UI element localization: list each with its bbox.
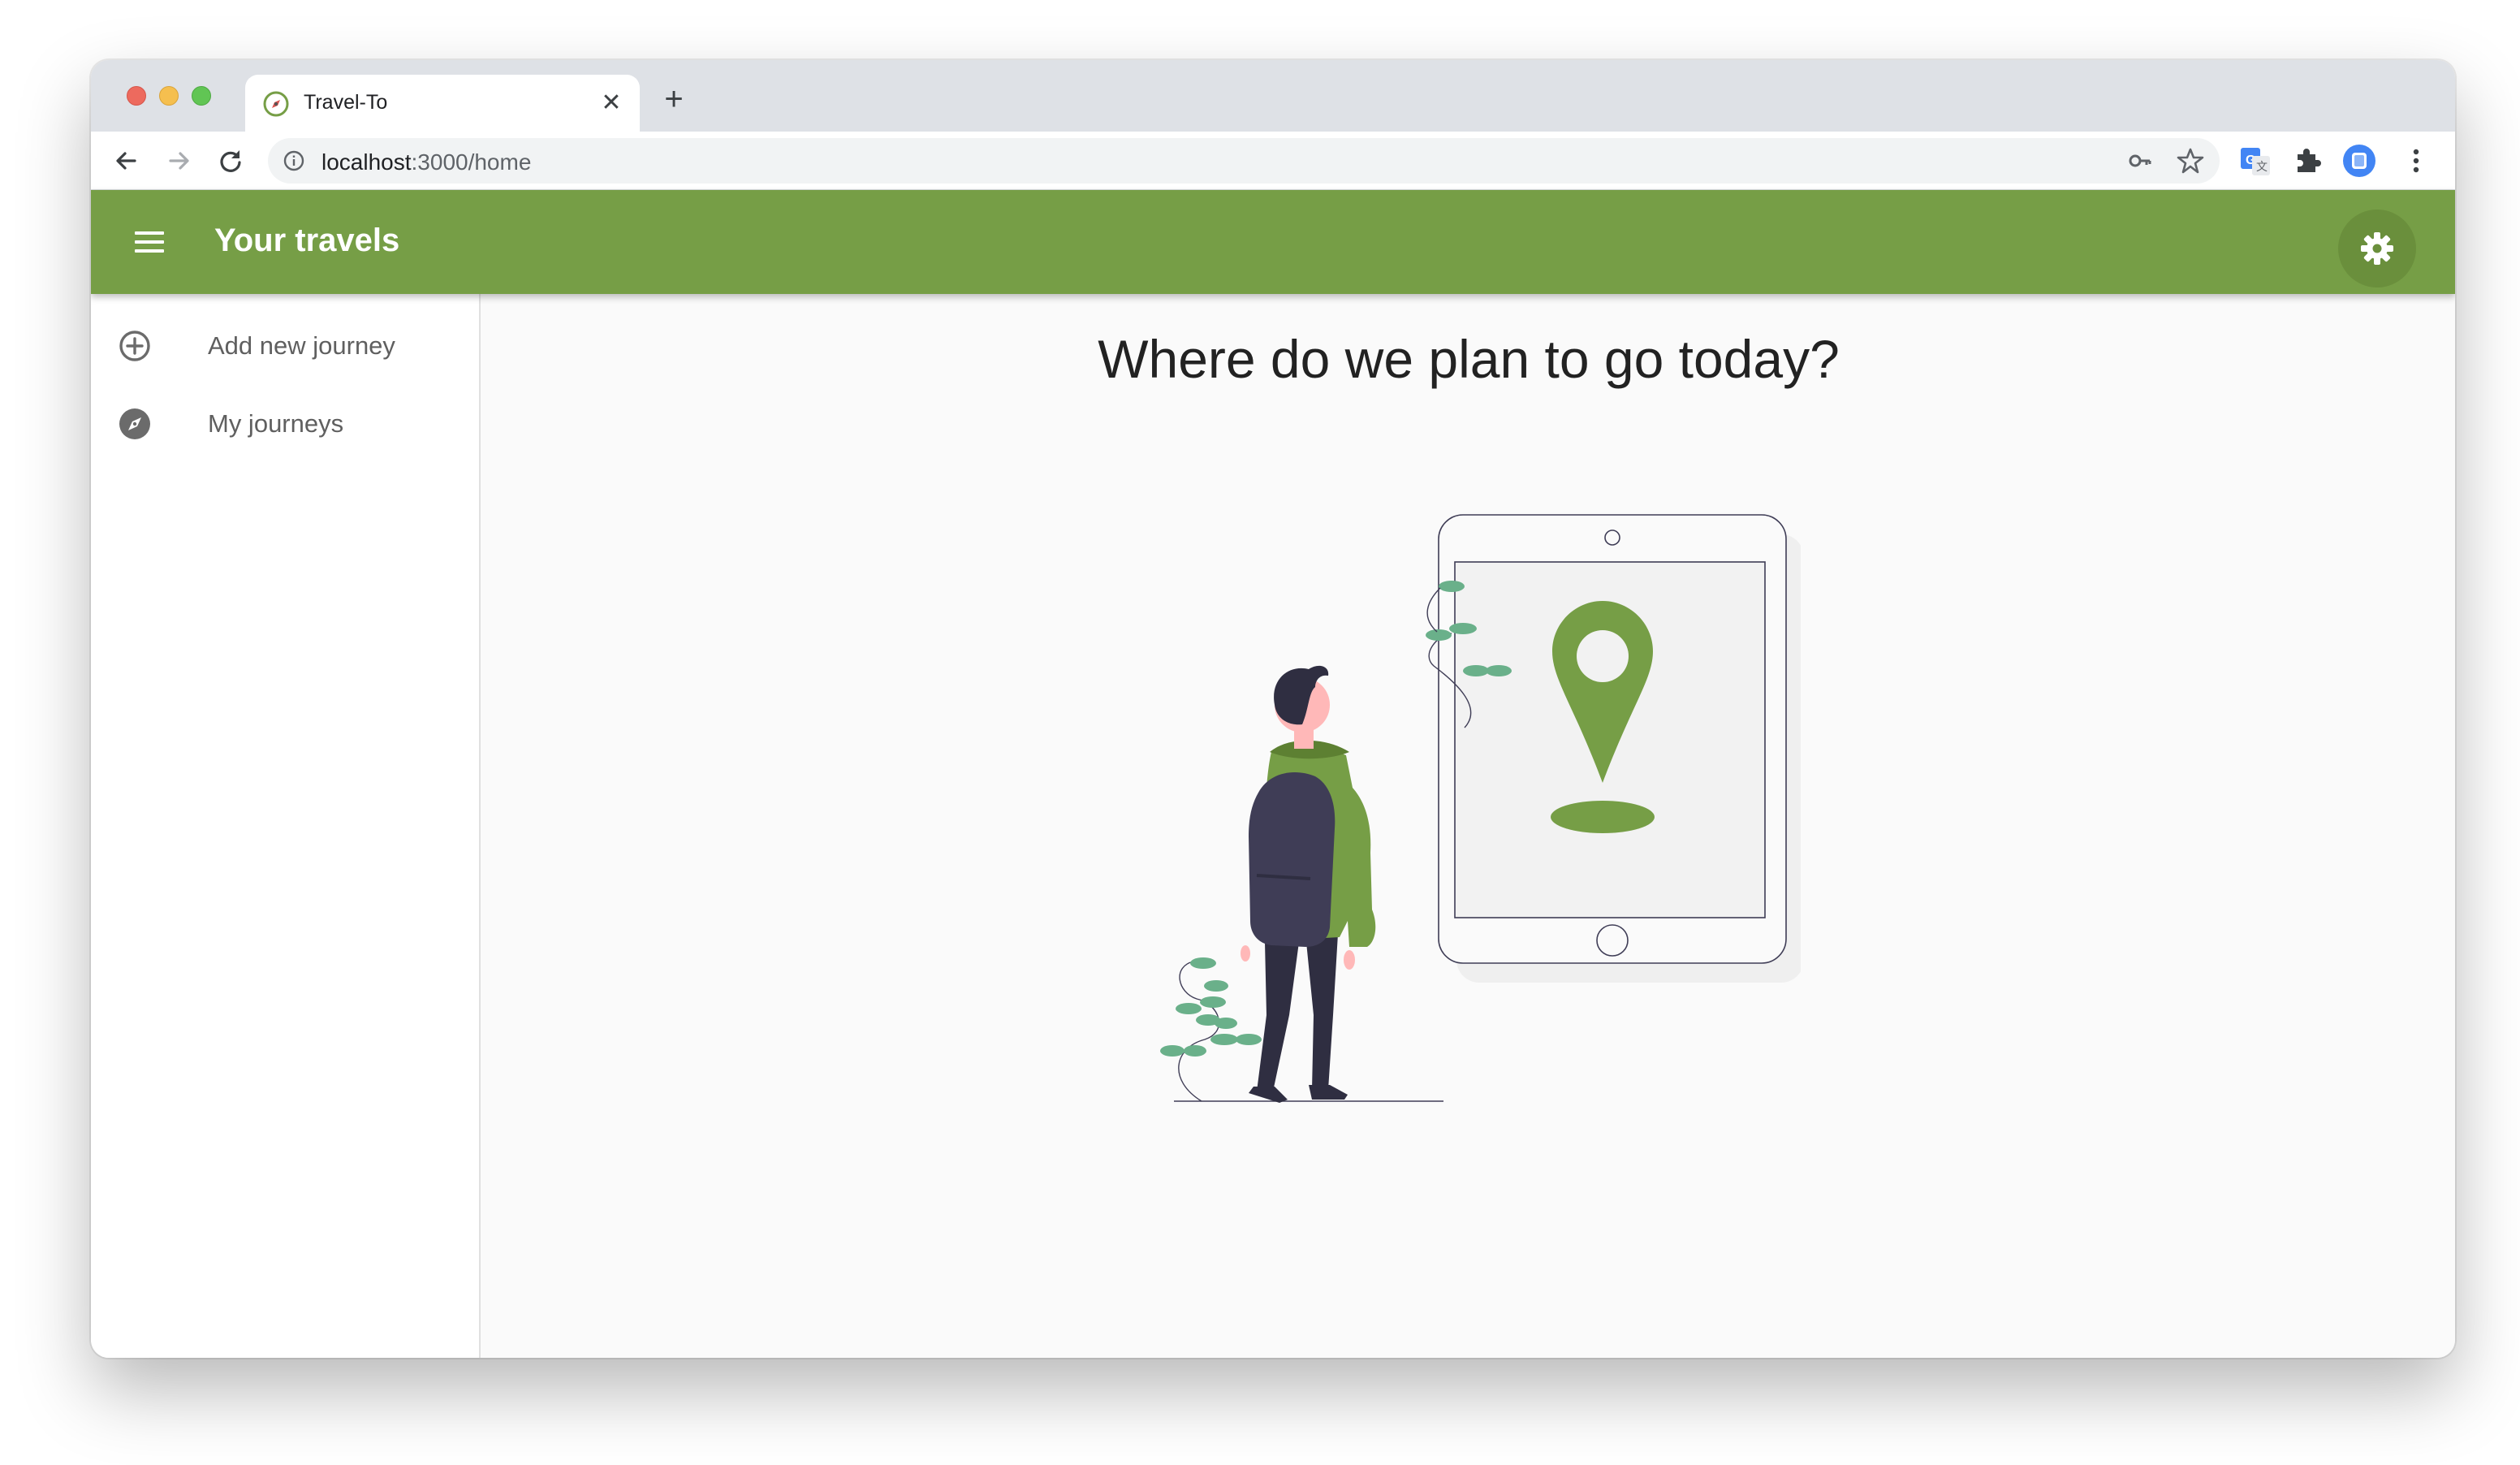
back-arrow-icon[interactable] bbox=[109, 143, 145, 179]
address-bar[interactable]: localhost:3000/home bbox=[268, 138, 2220, 184]
site-info-icon[interactable] bbox=[283, 149, 305, 172]
app-bar: Your travels bbox=[91, 190, 2455, 294]
sidebar-item-add-new-journey[interactable]: Add new journey bbox=[91, 307, 481, 385]
bookmark-star-icon[interactable] bbox=[2176, 146, 2205, 175]
profile-avatar-icon[interactable] bbox=[2341, 143, 2377, 179]
translate-extension-icon[interactable]: G 文 bbox=[2237, 143, 2273, 179]
tab-close-icon[interactable]: ✕ bbox=[598, 89, 625, 117]
gear-icon bbox=[2361, 232, 2393, 265]
extensions-puzzle-icon[interactable] bbox=[2289, 143, 2325, 179]
url-text[interactable]: localhost:3000/home bbox=[321, 149, 531, 175]
settings-button[interactable] bbox=[2338, 210, 2416, 287]
forward-arrow-icon[interactable] bbox=[161, 143, 196, 179]
new-tab-button[interactable]: + bbox=[658, 83, 690, 117]
main-content: Where do we plan to go today? bbox=[482, 294, 2455, 1358]
hamburger-menu-icon[interactable] bbox=[130, 223, 169, 261]
tab-strip: Travel-To ✕ + bbox=[91, 60, 2455, 132]
close-window-button[interactable] bbox=[127, 86, 146, 106]
minimize-window-button[interactable] bbox=[159, 86, 179, 106]
maximize-window-button[interactable] bbox=[192, 86, 211, 106]
traveler-tablet-location-illustration bbox=[1160, 514, 1801, 1103]
page-headline: Where do we plan to go today? bbox=[1098, 329, 1840, 389]
sidebar-item-label: My journeys bbox=[208, 409, 344, 438]
browser-menu-icon[interactable] bbox=[2398, 143, 2434, 179]
tab-title: Travel-To bbox=[304, 91, 388, 114]
browser-window: Travel-To ✕ + localhost:3000/home G 文 Yo… bbox=[91, 60, 2455, 1358]
sidebar-item-my-journeys[interactable]: My journeys bbox=[91, 385, 481, 463]
svg-text:文: 文 bbox=[2256, 161, 2268, 174]
browser-toolbar: localhost:3000/home G 文 bbox=[91, 132, 2455, 190]
reload-icon[interactable] bbox=[213, 143, 248, 179]
app-title: Your travels bbox=[214, 223, 400, 258]
browser-tab-active[interactable]: Travel-To ✕ bbox=[245, 75, 640, 132]
add-circle-icon bbox=[119, 331, 150, 361]
compass-icon bbox=[119, 408, 150, 439]
sidebar-drawer: Add new journey My journeys bbox=[91, 294, 481, 1358]
compass-favicon-icon bbox=[263, 91, 289, 117]
key-icon[interactable] bbox=[2127, 148, 2153, 174]
sidebar-item-label: Add new journey bbox=[208, 331, 395, 360]
